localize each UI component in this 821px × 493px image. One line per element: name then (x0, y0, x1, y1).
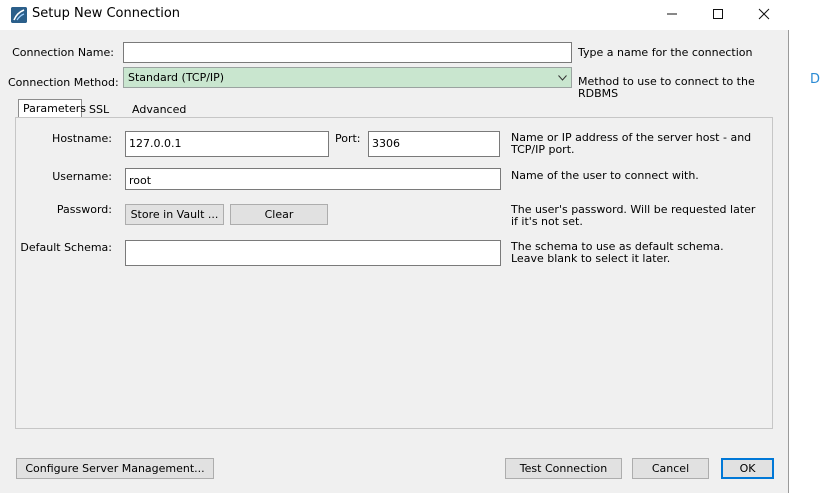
username-label: Username: (52, 170, 112, 183)
username-input[interactable]: root (125, 168, 501, 190)
maximize-icon (712, 6, 724, 24)
background-edge-char-right: D (810, 72, 821, 87)
window-title: Setup New Connection (32, 6, 181, 21)
default-schema-input[interactable] (125, 240, 501, 266)
connection-method-hint: Method to use to connect to the RDBMS (578, 75, 755, 100)
default-schema-hint: The schema to use as default schema. Lea… (511, 240, 724, 265)
parameters-panel (15, 117, 773, 429)
port-label: Port: (335, 132, 361, 145)
username-hint: Name of the user to connect with. (511, 169, 699, 182)
hostname-label: Hostname: (52, 132, 112, 145)
password-label: Password: (56, 203, 112, 216)
cancel-button[interactable]: Cancel (632, 458, 709, 479)
password-hint: The user's password. Will be requested l… (511, 203, 756, 228)
tab-advanced-label: Advanced (132, 103, 187, 116)
port-input[interactable]: 3306 (368, 131, 500, 157)
tab-parameters-label: Parameters (23, 102, 86, 115)
connection-name-input[interactable] (123, 42, 572, 63)
tab-parameters[interactable]: Parameters (18, 99, 86, 117)
hostname-input[interactable]: 127.0.0.1 (125, 131, 329, 157)
connection-name-label: Connection Name: (12, 46, 114, 59)
clear-password-button[interactable]: Clear (230, 204, 328, 225)
configure-server-management-button[interactable]: Configure Server Management... (16, 458, 214, 479)
minimize-icon (666, 6, 678, 24)
close-button[interactable] (741, 0, 787, 30)
connection-name-hint: Type a name for the connection (578, 46, 753, 59)
ok-button[interactable]: OK (721, 458, 774, 479)
connection-method-select[interactable]: Standard (TCP/IP) (123, 67, 572, 88)
minimize-button[interactable] (649, 0, 695, 30)
test-connection-button[interactable]: Test Connection (505, 458, 622, 479)
connection-method-label: Connection Method: (8, 76, 119, 89)
maximize-button[interactable] (695, 0, 741, 30)
default-schema-label: Default Schema: (20, 241, 112, 254)
store-in-vault-button[interactable]: Store in Vault ... (125, 204, 224, 225)
chevron-down-icon (554, 68, 571, 87)
host-port-hint: Name or IP address of the server host - … (511, 131, 752, 156)
mysql-workbench-icon (11, 7, 27, 23)
title-bar: Setup New Connection (0, 0, 789, 30)
connection-method-value: Standard (TCP/IP) (128, 71, 225, 84)
setup-connection-dialog: Setup New Connection Connection Name: Ty… (0, 0, 789, 493)
close-icon (758, 6, 770, 24)
tab-ssl-label: SSL (89, 103, 110, 116)
